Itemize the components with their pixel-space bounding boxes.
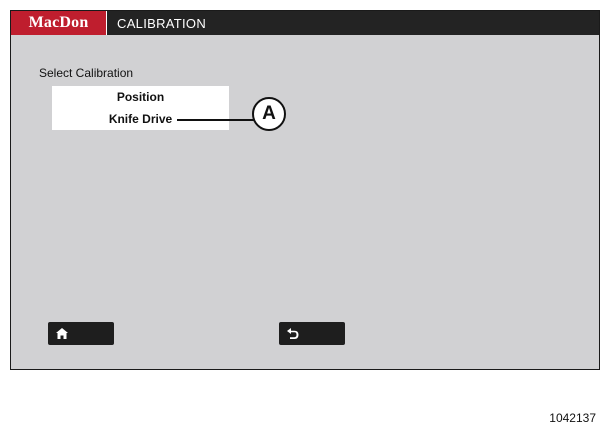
figure-number: 1042137 bbox=[549, 411, 596, 425]
callout-a: A bbox=[252, 97, 286, 131]
display-screen: MacDon CALIBRATION Select Calibration Po… bbox=[10, 10, 600, 370]
back-button[interactable] bbox=[279, 322, 345, 345]
menu-item-position[interactable]: Position bbox=[52, 86, 229, 108]
home-icon bbox=[56, 328, 68, 339]
back-arrow-icon bbox=[287, 328, 299, 339]
brand-logo: MacDon bbox=[11, 11, 107, 35]
callout-leader-line bbox=[177, 119, 255, 121]
title-bar: MacDon CALIBRATION bbox=[11, 11, 599, 35]
home-button[interactable] bbox=[48, 322, 114, 345]
calibration-menu: Position Knife Drive bbox=[52, 86, 229, 130]
select-calibration-label: Select Calibration bbox=[39, 66, 134, 80]
page-title: CALIBRATION bbox=[117, 15, 207, 31]
